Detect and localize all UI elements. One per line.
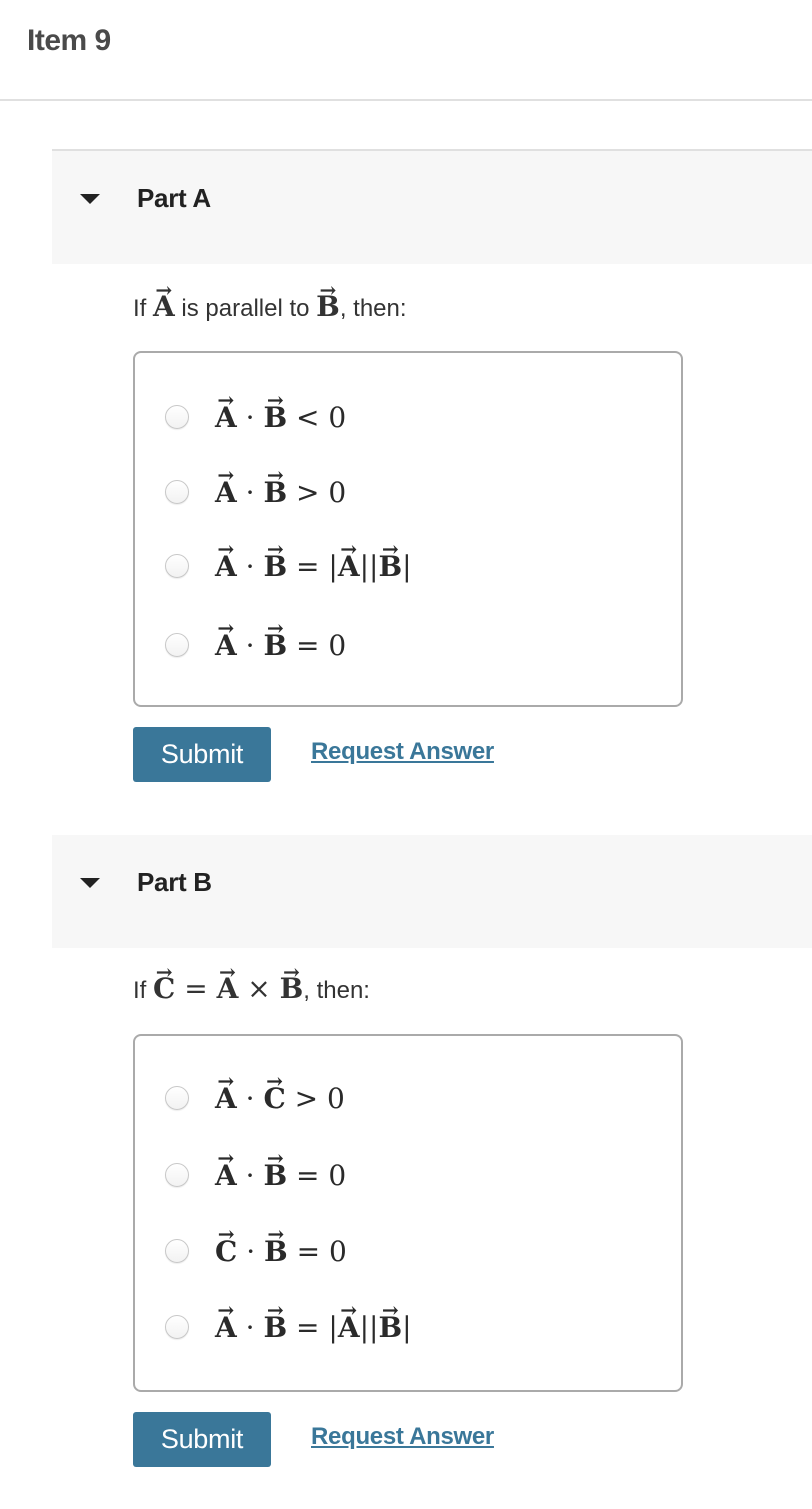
relation: = 0 (296, 1234, 347, 1268)
choice-option[interactable]: A · B = 0 (165, 625, 346, 665)
choice-option[interactable]: A · B = |A||B| (165, 546, 412, 586)
prompt-text: , then: (303, 977, 370, 1004)
abs-bar: | (402, 1310, 412, 1344)
abs-bars: || (359, 1310, 379, 1344)
vector-a: A (153, 290, 175, 323)
relation: < 0 (296, 400, 347, 434)
part-a-header[interactable]: Part A (52, 149, 812, 264)
relation: > 0 (294, 1081, 345, 1115)
part-b-prompt: If C = A × B, then: (133, 972, 370, 1005)
vector-a: A (215, 476, 237, 509)
prompt-text: If (133, 977, 154, 1004)
submit-button[interactable]: Submit (133, 1412, 271, 1467)
caret-down-icon[interactable] (80, 194, 100, 204)
prompt-text: If (133, 295, 154, 322)
relation: > 0 (296, 475, 347, 509)
vector-b: B (263, 401, 287, 434)
vector-c: C (153, 972, 175, 1005)
dot-operator: · (246, 1234, 256, 1268)
choice-expression: A · B > 0 (215, 476, 346, 509)
item-title: Item 9 (27, 24, 111, 57)
vector-b: B (263, 1311, 287, 1344)
vector-b: B (316, 290, 340, 323)
vector-b: B (280, 972, 304, 1005)
choice-expression: A · B = |A||B| (215, 550, 412, 583)
caret-down-icon[interactable] (80, 878, 100, 888)
radio-button[interactable] (165, 633, 189, 657)
choice-option[interactable]: C · B = 0 (165, 1231, 347, 1271)
vector-b: B (263, 476, 287, 509)
choice-expression: A · B = 0 (215, 1159, 346, 1192)
vector-b: B (263, 550, 287, 583)
abs-bar: | (402, 549, 412, 583)
vector-a: A (215, 1159, 237, 1192)
dot-operator: · (245, 1081, 255, 1115)
abs-bars: || (359, 549, 379, 583)
radio-button[interactable] (165, 480, 189, 504)
prompt-text: is parallel to (174, 295, 317, 322)
vector-a: A (215, 550, 237, 583)
relation: = 0 (296, 1158, 347, 1192)
choice-option[interactable]: A · B = |A||B| (165, 1307, 412, 1347)
vector-a: A (215, 1311, 237, 1344)
choice-option[interactable]: A · B < 0 (165, 397, 346, 437)
request-answer-link[interactable]: Request Answer (311, 738, 494, 766)
dot-operator: · (245, 475, 255, 509)
choice-expression: C · B = 0 (215, 1235, 347, 1268)
vector-a: A (215, 401, 237, 434)
vector-b: B (378, 550, 402, 583)
relation: = 0 (296, 628, 347, 662)
vector-a: A (338, 550, 360, 583)
choice-expression: A · B = |A||B| (215, 1311, 412, 1344)
submit-button[interactable]: Submit (133, 727, 271, 782)
vector-a: A (215, 1082, 237, 1115)
choice-expression: A · B = 0 (215, 629, 346, 662)
relation: = | (296, 549, 338, 583)
item-header: Item 9 (0, 0, 812, 101)
part-a-title[interactable]: Part A (137, 183, 211, 214)
radio-button[interactable] (165, 405, 189, 429)
request-answer-link[interactable]: Request Answer (311, 1423, 494, 1451)
vector-b: B (263, 1159, 287, 1192)
part-b-title[interactable]: Part B (137, 867, 212, 898)
vector-a: A (338, 1311, 360, 1344)
part-b-choices: A · C > 0 A · B = 0 C · B = 0 A · B = |A… (133, 1034, 683, 1392)
vector-b: B (378, 1311, 402, 1344)
part-b-header[interactable]: Part B (52, 835, 812, 948)
dot-operator: · (245, 1310, 255, 1344)
dot-operator: · (245, 628, 255, 662)
part-a-choices: A · B < 0 A · B > 0 A · B = |A||B| A · B… (133, 351, 683, 707)
prompt-text: , then: (339, 295, 407, 322)
cross-operator: × (238, 972, 280, 1005)
dot-operator: · (245, 400, 255, 434)
choice-option[interactable]: A · B = 0 (165, 1155, 346, 1195)
dot-operator: · (245, 1158, 255, 1192)
radio-button[interactable] (165, 1163, 189, 1187)
choice-expression: A · C > 0 (215, 1082, 345, 1115)
vector-c: C (215, 1235, 237, 1268)
radio-button[interactable] (165, 554, 189, 578)
equals-sign: = (175, 972, 217, 1005)
radio-button[interactable] (165, 1239, 189, 1263)
vector-b: B (264, 1235, 288, 1268)
vector-a: A (217, 972, 239, 1005)
radio-button[interactable] (165, 1086, 189, 1110)
dot-operator: · (245, 549, 255, 583)
vector-b: B (263, 629, 287, 662)
relation: = | (296, 1310, 338, 1344)
vector-c: C (263, 1082, 285, 1115)
part-a-prompt: If A is parallel to B, then: (133, 290, 407, 323)
radio-button[interactable] (165, 1315, 189, 1339)
vector-a: A (215, 629, 237, 662)
choice-option[interactable]: A · B > 0 (165, 472, 346, 512)
choice-option[interactable]: A · C > 0 (165, 1078, 345, 1118)
choice-expression: A · B < 0 (215, 401, 346, 434)
